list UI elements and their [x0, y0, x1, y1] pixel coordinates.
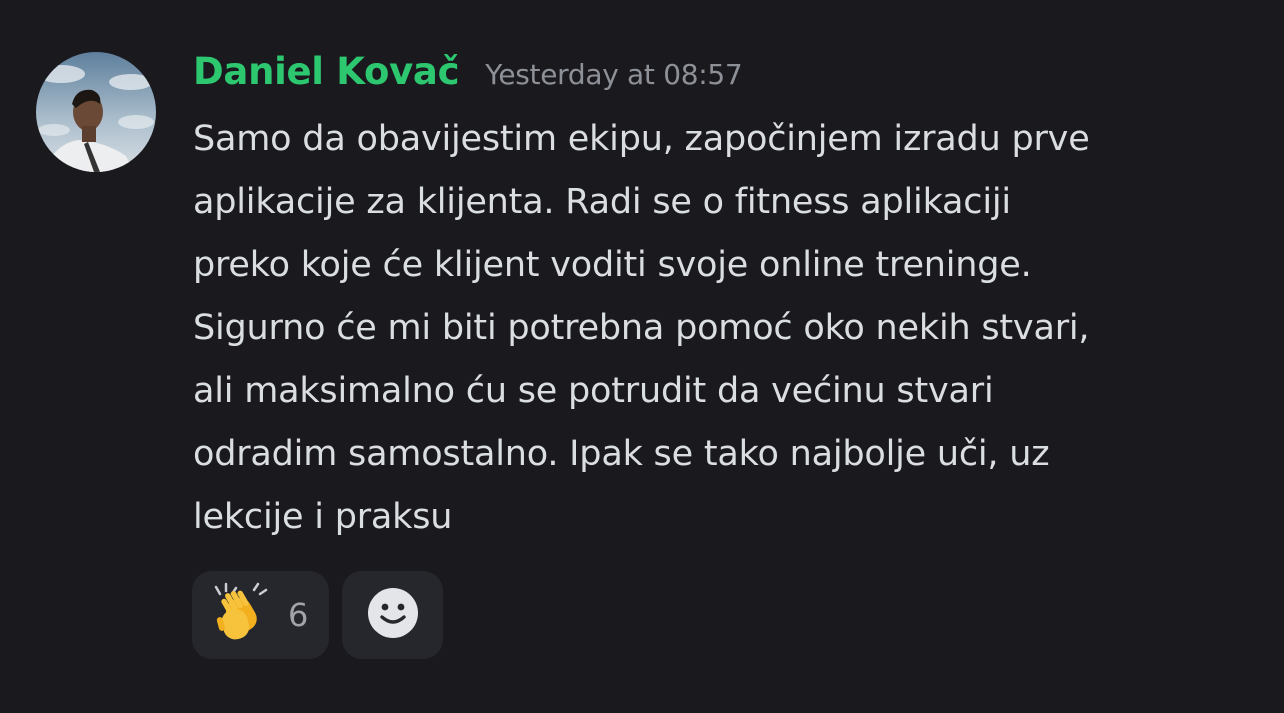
message-line: odradim samostalno. Ipak se tako najbolj… — [193, 434, 1050, 474]
message-line: preko koje će klijent voditi svoje onlin… — [193, 245, 1032, 285]
author-name[interactable]: Daniel Kovač — [193, 50, 460, 93]
message-line: lekcije i praksu — [193, 497, 453, 537]
reaction-bar: 6 — [192, 571, 443, 659]
message-line: Sigurno će mi biti potrebna pomoć oko ne… — [193, 308, 1090, 348]
clapping-hands-icon — [210, 582, 272, 648]
message-line: ali maksimalno ću se potrudit da većinu … — [193, 371, 994, 411]
reaction-count: 6 — [288, 596, 309, 634]
smiley-face-icon — [366, 586, 420, 644]
chat-message: Daniel Kovač Yesterday at 08:57 Samo da … — [0, 0, 1284, 713]
message-header: Daniel Kovač Yesterday at 08:57 — [193, 50, 743, 100]
reaction-clap[interactable]: 6 — [192, 571, 329, 659]
message-content: Samo da obavijestim ekipu, započinjem iz… — [193, 108, 1263, 549]
message-line: Samo da obavijestim ekipu, započinjem iz… — [193, 119, 1090, 159]
add-reaction-button[interactable] — [342, 571, 443, 659]
avatar[interactable] — [36, 52, 156, 172]
message-timestamp[interactable]: Yesterday at 08:57 — [485, 58, 742, 91]
message-line: aplikacije za klijenta. Radi se o fitnes… — [193, 182, 1011, 222]
